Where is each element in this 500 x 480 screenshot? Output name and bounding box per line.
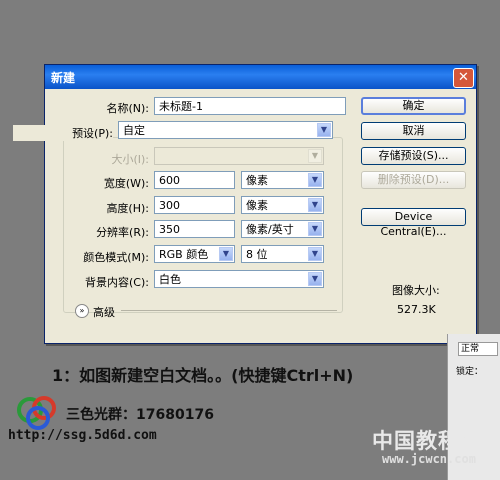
watermark-url: www.jcwcn.com (382, 452, 476, 466)
width-unit-select[interactable]: 像素 ▼ (241, 171, 324, 189)
resolution-unit-value: 像素/英寸 (246, 223, 294, 236)
background-label: 背景内容(C): (85, 276, 149, 289)
site-url-text: http://ssg.5d6d.com (8, 428, 157, 443)
resolution-unit-select[interactable]: 像素/英寸 ▼ (241, 220, 324, 238)
title-bar[interactable]: 新建 ✕ (45, 65, 476, 89)
image-size-value: 527.3K (397, 303, 436, 316)
chevron-down-icon: ▼ (308, 173, 322, 187)
close-button[interactable]: ✕ (453, 68, 474, 88)
width-unit-value: 像素 (246, 174, 268, 187)
advanced-divider (121, 310, 337, 311)
chevron-down-icon: ▼ (219, 247, 233, 261)
height-label: 高度(H): (106, 202, 149, 215)
advanced-toggle[interactable]: » (75, 304, 89, 318)
resolution-input[interactable]: 350 (154, 220, 235, 238)
color-mode-select[interactable]: RGB 颜色 ▼ (154, 245, 235, 263)
color-mode-label: 颜色模式(M): (83, 251, 149, 264)
save-preset-button[interactable]: 存储预设(S)... (361, 147, 466, 165)
name-input[interactable]: 未标题-1 (154, 97, 346, 115)
ok-button[interactable]: 确定 (361, 97, 466, 115)
height-input[interactable]: 300 (154, 196, 235, 214)
watermark-text: 中国教程网 (372, 429, 482, 453)
group-info-text: 三色光群：17680176 (66, 407, 214, 423)
preset-select[interactable]: 自定 ▼ (118, 121, 333, 139)
chevron-down-icon: ▼ (308, 247, 322, 261)
chevron-down-icon: ▼ (308, 149, 322, 163)
bit-depth-select[interactable]: 8 位 ▼ (241, 245, 324, 263)
instruction-text: 1：如图新建空白文档。。(快捷键Ctrl+N) (52, 366, 354, 385)
lock-label: 锁定： (456, 367, 484, 377)
background-value: 白色 (159, 273, 181, 286)
chevron-down-icon: ▼ (308, 198, 322, 212)
bit-depth-value: 8 位 (246, 248, 268, 261)
width-label: 宽度(W): (103, 177, 149, 190)
background-select[interactable]: 白色 ▼ (154, 270, 324, 288)
chevron-down-icon: ▼ (308, 272, 322, 286)
double-chevron-down-icon: » (79, 306, 85, 315)
preset-value: 自定 (123, 124, 145, 137)
resolution-label: 分辨率(R): (96, 226, 149, 239)
chevron-down-icon: ▼ (308, 222, 322, 236)
height-unit-select[interactable]: 像素 ▼ (241, 196, 324, 214)
size-select: ▼ (154, 147, 324, 165)
size-label: 大小(I): (111, 153, 149, 166)
dialog-title: 新建 (51, 71, 76, 85)
chevron-down-icon: ▼ (317, 123, 331, 137)
new-document-dialog: 新建 ✕ 名称(N): 未标题-1 预设(P): 自定 ▼ 大小(I): ▼ 宽… (13, 64, 477, 344)
width-input[interactable]: 600 (154, 171, 235, 189)
advanced-label: 高级 (93, 306, 115, 319)
height-unit-value: 像素 (246, 199, 268, 212)
delete-preset-button: 删除预设(D)... (361, 171, 466, 189)
image-size-label: 图像大小: (392, 284, 440, 297)
blend-mode-select[interactable]: 正常 (458, 342, 498, 356)
preset-label: 预设(P): (13, 125, 113, 141)
name-label: 名称(N): (106, 102, 149, 115)
device-central-button[interactable]: Device Central(E)... (361, 208, 466, 238)
close-icon: ✕ (458, 70, 469, 85)
cancel-button[interactable]: 取消 (361, 122, 466, 140)
color-mode-value: RGB 颜色 (159, 248, 209, 261)
logo-icon (17, 396, 56, 430)
